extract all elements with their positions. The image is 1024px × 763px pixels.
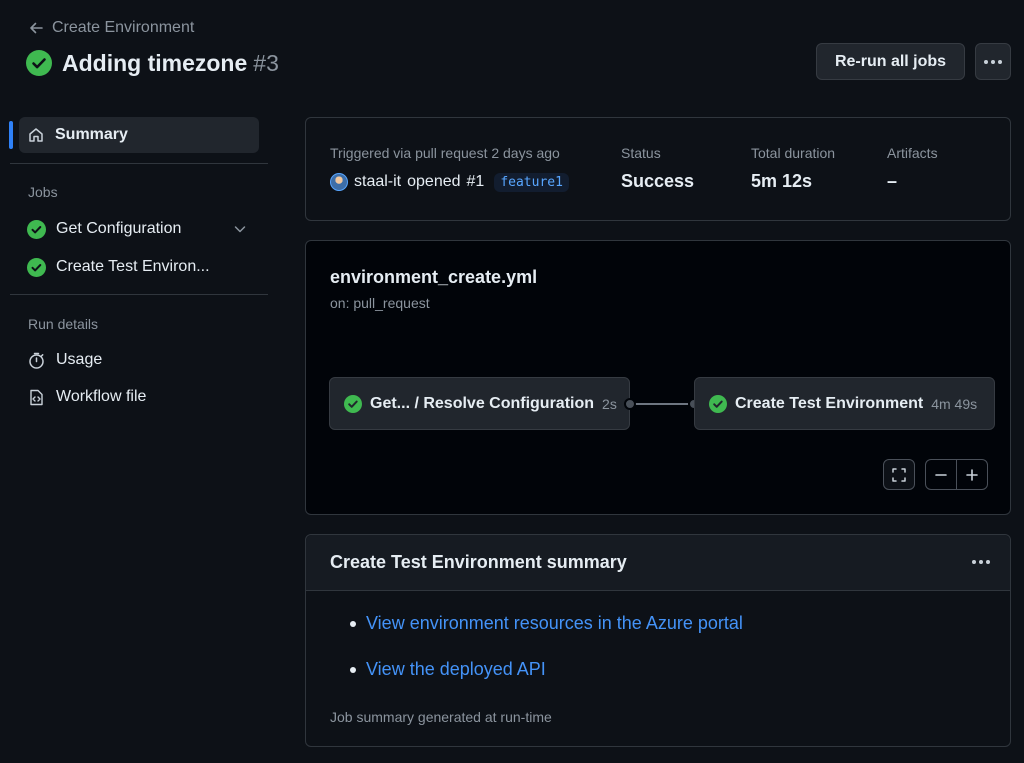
sidebar-item-label: Get Configuration: [56, 220, 182, 237]
azure-portal-link[interactable]: View environment resources in the Azure …: [366, 613, 743, 634]
success-check-icon: [26, 50, 52, 76]
job-connector: [630, 403, 694, 405]
sidebar-active-indicator: [9, 121, 13, 149]
job-node-duration: 4m 49s: [931, 395, 978, 412]
sidebar-item-usage[interactable]: Usage: [27, 349, 102, 371]
duration-value: 5m 12s: [751, 171, 813, 191]
status-value: Success: [621, 171, 695, 191]
fit-to-screen-button[interactable]: [883, 459, 915, 490]
zoom-controls: [925, 459, 988, 490]
workflow-trigger: on: pull_request: [330, 295, 430, 311]
artifacts-label: Artifacts: [887, 145, 938, 161]
list-item: View environment resources in the Azure …: [350, 613, 743, 634]
chevron-down-icon[interactable]: [232, 221, 248, 237]
list-item: View the deployed API: [350, 659, 546, 680]
workflow-file-name: environment_create.yml: [330, 267, 538, 287]
pr-number-link[interactable]: #1: [467, 173, 485, 191]
sidebar-item-summary[interactable]: Summary: [19, 117, 259, 153]
job-node-resolve-configuration[interactable]: Get... / Resolve Configuration 2s: [329, 377, 630, 430]
zoom-in-button[interactable]: [956, 460, 987, 489]
arrow-left-icon: [30, 22, 43, 34]
job-summary-title: Create Test Environment summary: [330, 552, 627, 572]
home-icon: [29, 128, 43, 142]
sidebar-item-workflow-file[interactable]: Workflow file: [27, 386, 146, 408]
file-code-icon: [30, 389, 43, 405]
sidebar-item-label: Summary: [55, 126, 128, 143]
sidebar-divider: [10, 294, 268, 295]
run-number: #3: [253, 49, 279, 76]
back-link-label: Create Environment: [52, 19, 195, 36]
job-summary-footer: Job summary generated at run-time: [330, 709, 552, 725]
bullet: [350, 620, 356, 627]
branch-tag[interactable]: feature1: [494, 172, 569, 192]
zoom-out-button[interactable]: [926, 460, 956, 489]
page-title: Adding timezone #3: [26, 48, 279, 78]
success-check-icon: [27, 219, 46, 239]
screen-full-icon: [892, 467, 906, 482]
sidebar-divider: [10, 163, 268, 164]
duration-label: Total duration: [751, 145, 836, 161]
kebab-horizontal-icon[interactable]: [972, 560, 990, 564]
actor-name[interactable]: staal-it: [354, 173, 401, 191]
rerun-all-jobs-button[interactable]: Re-run all jobs: [816, 43, 965, 80]
success-check-icon: [344, 394, 362, 413]
jobs-heading: Jobs: [28, 184, 58, 200]
sidebar-item-label: Create Test Environ...: [56, 258, 210, 275]
success-check-icon: [27, 257, 46, 277]
job-node-label: Get... / Resolve Configuration: [370, 394, 595, 412]
back-link[interactable]: Create Environment: [28, 17, 194, 39]
success-check-icon: [709, 394, 727, 413]
run-info-panel: [305, 117, 1011, 221]
stopwatch-icon: [29, 352, 44, 369]
job-node-create-test-environment[interactable]: Create Test Environment 4m 49s: [694, 377, 995, 430]
run-title: Adding timezone #3: [62, 50, 279, 77]
run-title-text: Adding timezone: [62, 49, 248, 76]
plus-icon: [966, 468, 978, 481]
sidebar-item-label: Usage: [56, 351, 103, 368]
job-output-port: [624, 398, 636, 410]
opened-text: opened: [407, 173, 461, 190]
job-node-label: Create Test Environment: [735, 394, 924, 412]
sidebar-item-get-configuration[interactable]: Get Configuration: [27, 218, 181, 240]
avatar[interactable]: [330, 173, 348, 191]
artifacts-value: –: [887, 171, 898, 191]
trigger-label: Triggered via pull request 2 days ago: [330, 145, 560, 161]
more-options-button[interactable]: [975, 43, 1011, 80]
bullet: [350, 666, 356, 673]
sidebar-item-label: Workflow file: [56, 388, 147, 405]
trigger-details: staal-it opened #1 feature1: [330, 171, 569, 193]
kebab-horizontal-icon: [984, 59, 1002, 64]
job-node-duration: 2s: [602, 395, 617, 412]
run-details-heading: Run details: [28, 316, 99, 332]
status-label: Status: [621, 145, 661, 161]
deployed-api-link[interactable]: View the deployed API: [366, 659, 546, 680]
minus-icon: [935, 473, 947, 476]
sidebar-item-create-test-environment[interactable]: Create Test Environ...: [27, 256, 210, 278]
